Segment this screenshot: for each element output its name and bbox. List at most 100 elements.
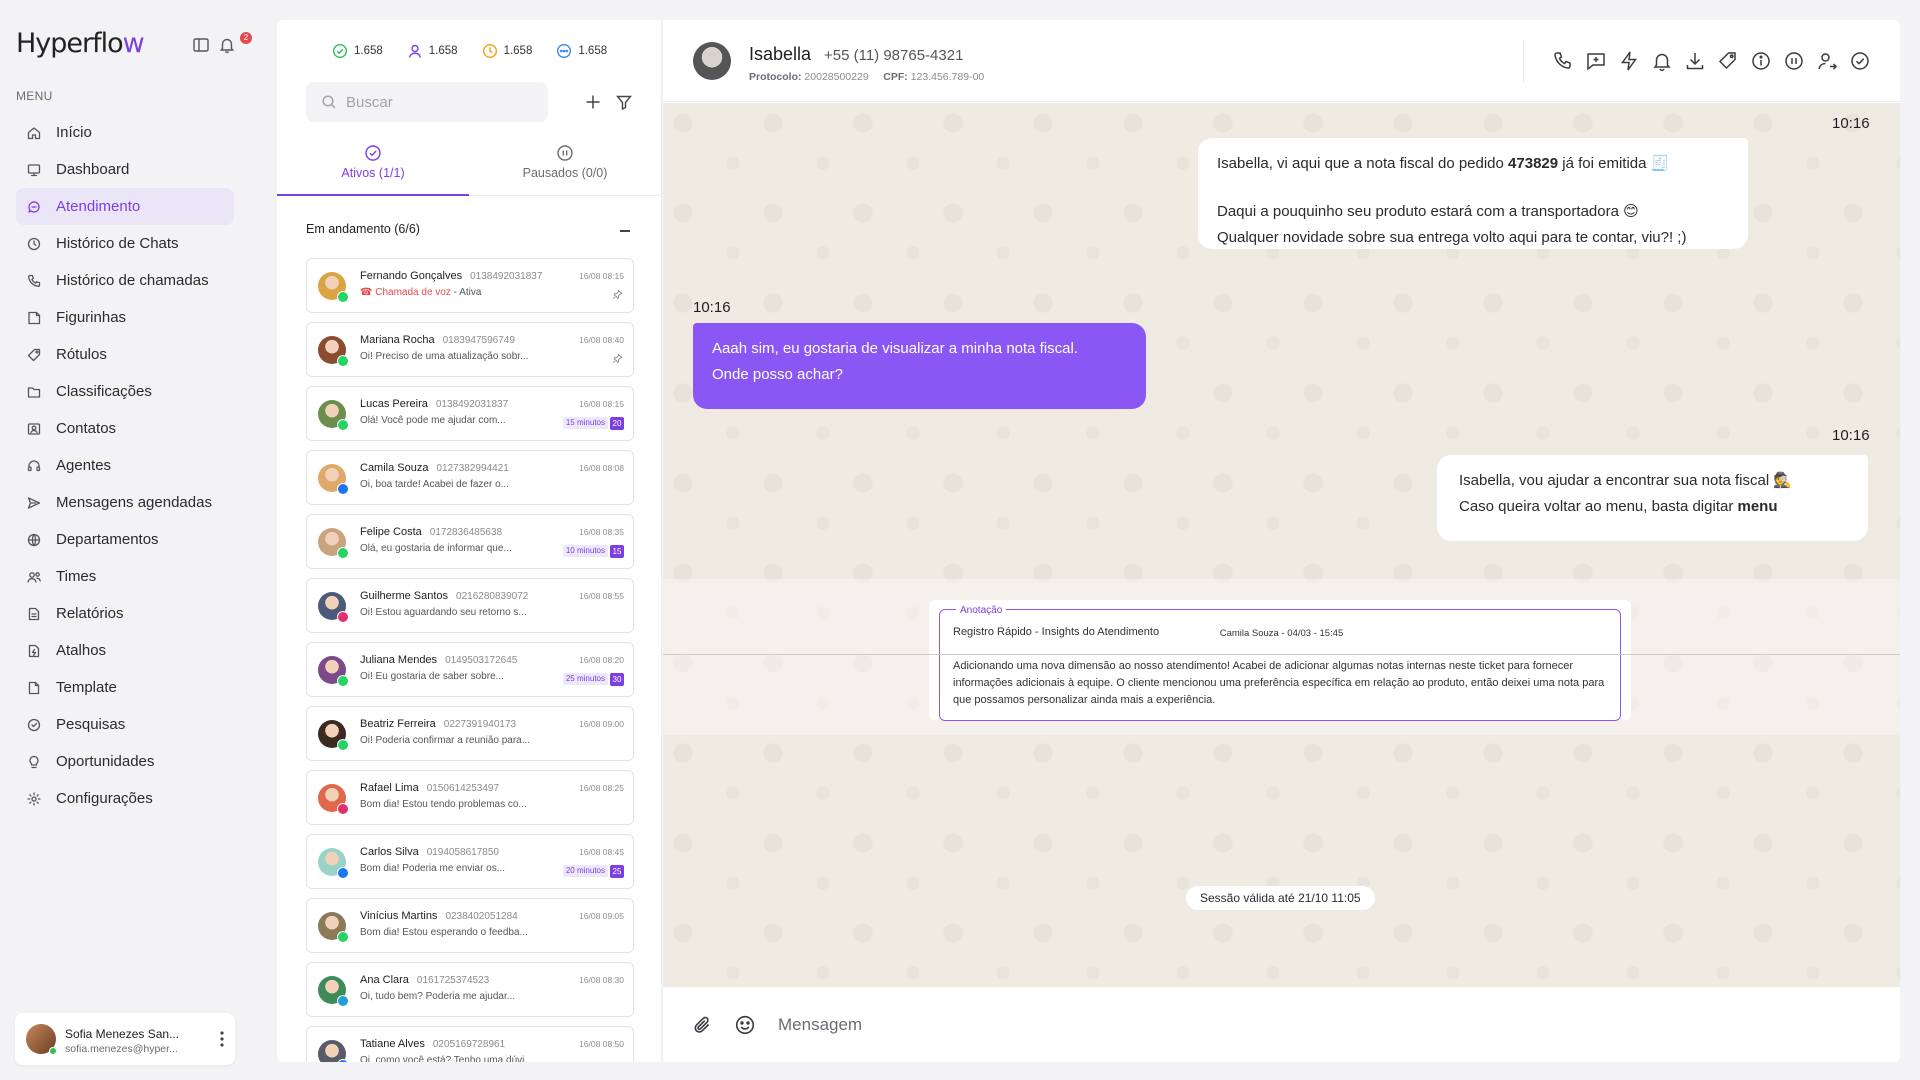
- check-circle-icon[interactable]: [1849, 50, 1871, 72]
- conversation-item[interactable]: Guilherme Santos 0216280839072 16/08 08:55…: [306, 578, 634, 633]
- phone-icon[interactable]: [1552, 50, 1574, 72]
- contact-name: Felipe Costa: [360, 526, 422, 538]
- conversation-item[interactable]: Fernando Gonçalves 0138492031837 16/08 08:…: [306, 258, 634, 313]
- stat-finished[interactable]: 1.658: [332, 43, 383, 59]
- sidebar-item-label: Figurinhas: [56, 309, 127, 326]
- tab-ativos[interactable]: Ativos (1/1): [277, 142, 469, 196]
- sidebar-item-inicio[interactable]: Início: [16, 114, 234, 151]
- contact-number: 0194058617850: [426, 847, 499, 858]
- attachment-icon[interactable]: [692, 1014, 714, 1036]
- sidebar-toggle-icon[interactable]: [192, 36, 210, 54]
- stat-waiting[interactable]: 1.658: [482, 43, 533, 59]
- sidebar-item-template[interactable]: Template: [16, 669, 234, 706]
- conversation-name-row: Rafael Lima 0150614253497: [360, 782, 499, 794]
- notification-bell-icon[interactable]: [218, 36, 236, 54]
- stats-bar: 1.658 1.658 1.658 1.658: [332, 43, 607, 59]
- sidebar-item-oportunidades[interactable]: Oportunidades: [16, 743, 234, 780]
- message-line: Isabella, vou ajudar a encontrar sua not…: [1459, 472, 1793, 489]
- sidebar-item-configuracoes[interactable]: Configurações: [16, 780, 234, 817]
- contact-name: Beatriz Ferreira: [360, 718, 436, 730]
- sidebar-item-times[interactable]: Times: [16, 558, 234, 595]
- stat-agents[interactable]: 1.658: [407, 43, 458, 59]
- chat-divider: [663, 654, 1900, 655]
- conversation-date: 16/08 08:15: [579, 271, 624, 281]
- message-bubble-outgoing[interactable]: Isabella, vou ajudar a encontrar sua not…: [1437, 455, 1868, 541]
- info-icon[interactable]: [1750, 50, 1772, 72]
- sidebar-nav: Início Dashboard Atendimento Histórico de C…: [16, 114, 234, 817]
- download-icon[interactable]: [1684, 50, 1706, 72]
- filter-icon[interactable]: [615, 93, 633, 111]
- sidebar-item-figurinhas[interactable]: Figurinhas: [16, 299, 234, 336]
- conversation-name-row: Beatriz Ferreira 0227391940173: [360, 718, 516, 730]
- conversation-item[interactable]: Felipe Costa 0172836485638 16/08 08:35 Olá,…: [306, 514, 634, 569]
- sidebar-item-atendimento[interactable]: Atendimento: [16, 188, 234, 225]
- stat-value: 1.658: [503, 45, 533, 57]
- sidebar-item-relatorios[interactable]: Relatórios: [16, 595, 234, 632]
- sidebar-item-rotulos[interactable]: Rótulos: [16, 336, 234, 373]
- conversation-item[interactable]: Rafael Lima 0150614253497 16/08 08:25 Bom d…: [306, 770, 634, 825]
- sidebar-item-label: Agentes: [56, 457, 112, 474]
- unread-count-badge: 30: [610, 673, 624, 686]
- add-icon[interactable]: [584, 93, 602, 111]
- sidebar-item-agentes[interactable]: Agentes: [16, 447, 234, 484]
- conversation-item[interactable]: Camila Souza 0127382994421 16/08 08:08 Oi, …: [306, 450, 634, 505]
- logo-row: Hyperflow 2: [16, 28, 252, 60]
- bell-icon[interactable]: [1651, 50, 1673, 72]
- conversation-item[interactable]: Beatriz Ferreira 0227391940173 16/08 09:00…: [306, 706, 634, 761]
- conversation-item[interactable]: Lucas Pereira 0138492031837 16/08 08:15 Olá…: [306, 386, 634, 441]
- user-card[interactable]: Sofia Menezes San... sofia.menezes@hyper…: [15, 1013, 235, 1065]
- sidebar-item-dashboard[interactable]: Dashboard: [16, 151, 234, 188]
- chat-messages-area[interactable]: 10:16 Isabella, vi aqui que a nota fisca…: [663, 103, 1900, 987]
- internal-note[interactable]: Anotação Registro Rápido - Insights do A…: [939, 602, 1621, 721]
- sidebar-item-mensagens-agendadas[interactable]: Mensagens agendadas: [16, 484, 234, 521]
- conversation-date: 16/08 08:35: [579, 527, 624, 537]
- tags-icon[interactable]: [1717, 50, 1739, 72]
- transfer-user-icon[interactable]: [1816, 50, 1838, 72]
- sidebar-item-label: Início: [56, 124, 92, 141]
- conversation-item[interactable]: Mariana Rocha 0183947596749 16/08 08:40 Oi!…: [306, 322, 634, 377]
- bolt-icon[interactable]: [1618, 50, 1640, 72]
- whatsapp-icon: [337, 355, 349, 367]
- sidebar-item-historico-de-chats[interactable]: Histórico de Chats: [16, 225, 234, 262]
- conversation-item[interactable]: Vinícius Martins 0238402051284 16/08 09:05…: [306, 898, 634, 953]
- collapse-section-button[interactable]: [620, 230, 630, 232]
- sidebar-item-contatos[interactable]: Contatos: [16, 410, 234, 447]
- conversation-item[interactable]: Juliana Mendes 0149503172645 16/08 08:20 Oi…: [306, 642, 634, 697]
- message-line: Isabella, vi aqui que a nota fiscal do p…: [1217, 155, 1670, 172]
- tab-label: Pausados (0/0): [522, 166, 608, 180]
- message-bubble-incoming[interactable]: Aaah sim, eu gostaria de visualizar a mi…: [693, 323, 1146, 409]
- waiting-time-badge: 20 minutos: [562, 865, 608, 877]
- clock-icon: [482, 43, 497, 59]
- pin-icon[interactable]: [612, 353, 623, 364]
- emoji-icon[interactable]: [734, 1014, 756, 1036]
- contact-number: 0172836485638: [429, 527, 503, 538]
- message-input[interactable]: [778, 1005, 1858, 1045]
- sidebar-item-historico-de-chamadas[interactable]: Histórico de chamadas: [16, 262, 234, 299]
- stat-open[interactable]: 1.658: [556, 43, 607, 59]
- sidebar-item-label: Times: [56, 568, 97, 585]
- conversation-list-panel: 1.658 1.658 1.658 1.658 Ativos (1/1) Pau…: [277, 20, 662, 1062]
- contact-name: Vinícius Martins: [360, 910, 438, 922]
- sidebar-item-label: Configurações: [56, 790, 153, 807]
- section-title: Em andamento (6/6): [306, 222, 420, 236]
- search-input[interactable]: [346, 82, 542, 122]
- sidebar-item-departamentos[interactable]: Departamentos: [16, 521, 234, 558]
- conversation-item[interactable]: Tatiane Alves 0205169728961 16/08 08:50 Oi,…: [306, 1026, 634, 1062]
- sidebar-item-atalhos[interactable]: Atalhos: [16, 632, 234, 669]
- conversation-item[interactable]: Carlos Silva 0194058617850 16/08 08:45 Bom …: [306, 834, 634, 889]
- conversation-item[interactable]: Ana Clara 0161725374523 16/08 08:30 Oi, tud…: [306, 962, 634, 1017]
- note-signature: Camila Souza - 04/03 - 15:45: [1219, 628, 1344, 639]
- sidebar-item-pesquisas[interactable]: Pesquisas: [16, 706, 234, 743]
- conversation-preview: Oi! Preciso de uma atualização sobr...: [360, 351, 529, 362]
- sidebar-item-label: Contatos: [56, 420, 117, 437]
- more-options-icon[interactable]: [215, 1029, 229, 1049]
- conversation-date: 16/08 08:08: [579, 463, 624, 473]
- tab-pausados[interactable]: Pausados (0/0): [469, 142, 661, 196]
- hyperflow-logo[interactable]: Hyperflow: [16, 28, 145, 59]
- pin-icon[interactable]: [612, 289, 623, 300]
- sidebar-item-classificacoes[interactable]: Classificações: [16, 373, 234, 410]
- message-plus-icon[interactable]: [1585, 50, 1607, 72]
- pause-icon[interactable]: [1783, 50, 1805, 72]
- contact-avatar[interactable]: [693, 42, 731, 80]
- internal-note-card: Anotação Registro Rápido - Insights do A…: [929, 600, 1631, 721]
